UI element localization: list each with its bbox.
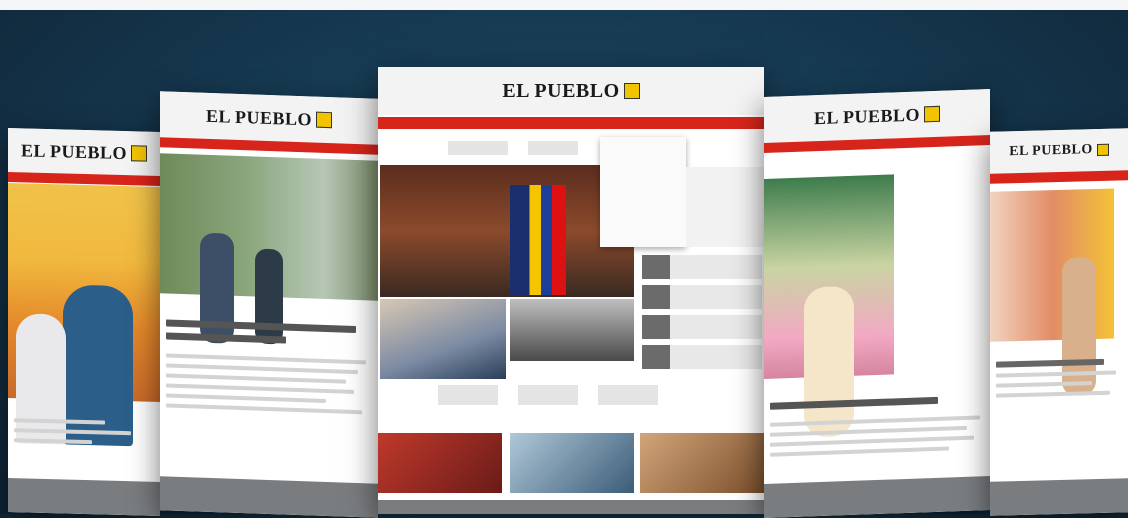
sidebar-thumbnails [642, 255, 762, 375]
section-card [640, 433, 764, 493]
site-header: EL PUEBLO [8, 128, 160, 176]
article-text-lines [770, 415, 980, 462]
logo-mark-icon [316, 111, 333, 129]
sponsor-logos [448, 141, 578, 155]
article-headline-lines [166, 319, 366, 352]
hero-image [764, 174, 894, 438]
section-card [378, 433, 502, 493]
logo-mark-icon [623, 83, 640, 99]
section-card [510, 433, 634, 493]
hero-image [380, 165, 634, 297]
logo-text: EL PUEBLO [813, 103, 921, 128]
nav-bar [378, 117, 764, 129]
site-footer [764, 476, 990, 518]
mockup-right: EL PUEBLO [764, 89, 990, 518]
logo-text: EL PUEBLO [205, 105, 313, 130]
hero-image [160, 153, 378, 345]
logo-mark-icon [131, 145, 148, 162]
site-header: EL PUEBLO [990, 128, 1128, 174]
hero-image [8, 183, 160, 447]
site-footer [378, 500, 764, 514]
logo-text: EL PUEBLO [502, 79, 620, 102]
article-text-lines [14, 418, 144, 451]
sponsor-logos [438, 385, 678, 405]
site-footer [160, 476, 378, 518]
hero-image [990, 188, 1114, 396]
logo-text: EL PUEBLO [1009, 142, 1093, 160]
top-strip [0, 0, 1128, 10]
sidebar-column [686, 167, 764, 247]
site-header: EL PUEBLO [764, 89, 990, 143]
article-text-lines [996, 358, 1116, 404]
article-headline-lines [770, 395, 980, 415]
dancer-figure [804, 285, 854, 438]
news-image [380, 299, 506, 379]
mockup-left: EL PUEBLO [160, 91, 378, 518]
site-footer [8, 478, 160, 516]
site-logo: EL PUEBLO [20, 139, 148, 164]
site-footer [990, 478, 1128, 516]
mockup-center: EL PUEBLO [378, 67, 764, 514]
site-logo: EL PUEBLO [502, 79, 640, 103]
dropdown-menu [600, 137, 686, 247]
mockup-far-left: EL PUEBLO [8, 128, 160, 516]
site-header: EL PUEBLO [378, 67, 764, 115]
logo-mark-icon [1096, 143, 1109, 157]
news-image [510, 299, 634, 361]
site-logo: EL PUEBLO [813, 103, 941, 128]
presidential-sash [510, 185, 566, 295]
site-header: EL PUEBLO [160, 91, 378, 145]
article-text-lines [166, 353, 366, 420]
site-logo: EL PUEBLO [1009, 142, 1109, 161]
logo-mark-icon [924, 105, 941, 123]
site-logo: EL PUEBLO [205, 105, 333, 130]
logo-text: EL PUEBLO [20, 139, 128, 163]
mockup-far-right: EL PUEBLO [990, 128, 1128, 516]
